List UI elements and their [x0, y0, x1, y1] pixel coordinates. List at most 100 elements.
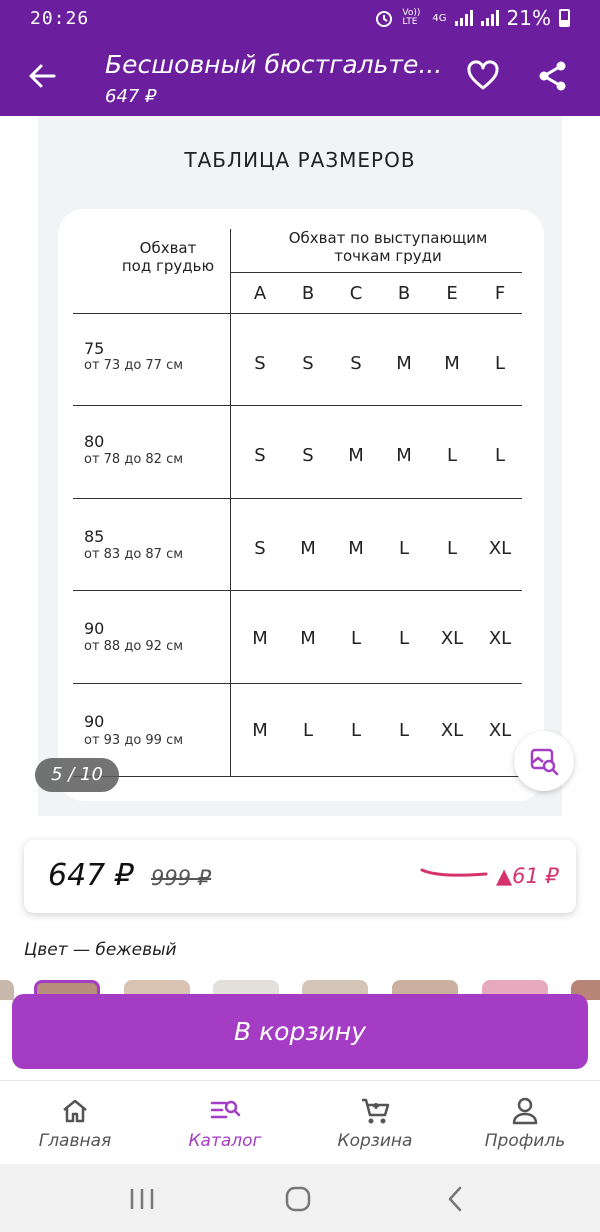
row-range: от 93 до 99 см	[84, 733, 184, 748]
size-cell: M	[252, 720, 268, 741]
size-cell: S	[254, 445, 266, 466]
image-search-icon	[530, 748, 559, 776]
home-button-icon[interactable]	[283, 1184, 315, 1214]
size-cell: XL	[488, 628, 512, 649]
size-cell: M	[444, 353, 460, 374]
price-delta: ▲61 ₽	[496, 864, 559, 888]
recent-apps-icon[interactable]	[128, 1186, 156, 1212]
underbust-header: Обхват под грудью	[121, 239, 215, 275]
table-divider-bottom	[73, 776, 522, 777]
table-row-divider	[73, 590, 522, 591]
size-cell: XL	[440, 628, 464, 649]
add-to-cart-button[interactable]: В корзину	[12, 994, 588, 1069]
size-cell: S	[302, 445, 314, 466]
signal-icon	[454, 10, 473, 26]
cup-header: B	[301, 283, 315, 304]
table-row-divider	[73, 405, 522, 406]
row-range: от 88 до 92 см	[84, 639, 184, 654]
size-cell: L	[350, 720, 362, 741]
row-range: от 73 до 77 см	[84, 358, 184, 373]
table-divider-header	[230, 272, 522, 273]
size-cell: M	[396, 353, 412, 374]
size-cell: L	[302, 720, 314, 741]
size-cell: S	[254, 538, 266, 559]
image-search-button[interactable]	[514, 731, 574, 791]
size-cell: S	[350, 353, 362, 374]
back-button-icon[interactable]	[442, 1184, 468, 1214]
price-card[interactable]: 647 ₽ 999 ₽ ▲61 ₽	[24, 840, 576, 913]
cup-header: C	[349, 283, 363, 304]
size-table-card: Обхват под грудью Обхват по выступающим …	[58, 209, 544, 801]
size-cell: S	[302, 353, 314, 374]
network-type-label: 4G	[432, 12, 447, 24]
size-cell: L	[446, 445, 458, 466]
nav-cart[interactable]: Корзина	[300, 1081, 450, 1165]
arrow-back-icon[interactable]	[24, 58, 60, 94]
status-bar: 20:26 Vo)) LTE 4G 21%	[0, 0, 600, 36]
old-price: 999 ₽	[151, 866, 212, 890]
nav-home-label: Главная	[38, 1131, 112, 1151]
size-cell: M	[348, 538, 364, 559]
profile-icon	[512, 1097, 538, 1125]
color-thumb[interactable]	[0, 980, 14, 1000]
size-cell: L	[494, 353, 506, 374]
size-cell: XL	[488, 538, 512, 559]
row-band: 75	[84, 339, 105, 358]
size-cell: L	[494, 445, 506, 466]
bust-header: Обхват по выступающим точкам груди	[288, 229, 488, 265]
size-cell: L	[446, 538, 458, 559]
battery-percent: 21%	[506, 6, 551, 30]
table-divider-vertical	[230, 229, 231, 777]
size-cell: S	[254, 353, 266, 374]
row-band: 85	[84, 527, 105, 546]
size-cell: L	[398, 720, 410, 741]
network-label: Vo)) LTE	[402, 8, 421, 27]
heart-icon[interactable]	[465, 58, 501, 94]
nav-home[interactable]: Главная	[0, 1081, 150, 1165]
gallery-page-counter: 5 / 10	[35, 758, 119, 792]
nav-profile-label: Профиль	[484, 1131, 566, 1151]
nav-profile[interactable]: Профиль	[450, 1081, 600, 1165]
home-icon	[63, 1099, 87, 1123]
size-cell: M	[300, 538, 316, 559]
status-time: 20:26	[30, 7, 90, 29]
table-row-divider	[73, 498, 522, 499]
nav-catalog[interactable]: Каталог	[150, 1081, 300, 1165]
size-cell: L	[398, 628, 410, 649]
product-image-size-table[interactable]: ТАБЛИЦА РАЗМЕРОВ Обхват под грудью Обхва…	[38, 116, 562, 816]
size-table-title: ТАБЛИЦА РАЗМЕРОВ	[184, 148, 416, 172]
size-cell: XL	[440, 720, 464, 741]
cup-header: F	[494, 283, 506, 304]
alarm-icon	[376, 11, 393, 27]
battery-icon	[559, 9, 570, 27]
page-title: Бесшовный бюстгальте...	[105, 50, 443, 79]
row-band: 90	[84, 619, 105, 638]
system-nav-bar	[0, 1164, 600, 1232]
size-cell: L	[350, 628, 362, 649]
cup-header: A	[253, 283, 267, 304]
status-icons: Vo)) LTE 4G 21%	[374, 6, 570, 30]
row-band: 90	[84, 712, 105, 731]
size-cell: M	[300, 628, 316, 649]
nav-catalog-label: Каталог	[188, 1131, 262, 1151]
bottom-nav: Главная Каталог Корзина Профиль	[0, 1080, 600, 1164]
row-range: от 83 до 87 см	[84, 547, 184, 562]
table-row-divider	[73, 313, 522, 314]
size-cell: M	[396, 445, 412, 466]
row-band: 80	[84, 432, 105, 451]
cart-icon	[362, 1098, 390, 1124]
size-cell: M	[348, 445, 364, 466]
table-row-divider	[73, 683, 522, 684]
catalog-search-icon	[210, 1100, 241, 1119]
nav-cart-label: Корзина	[337, 1131, 413, 1151]
signal-icon-2	[480, 10, 499, 26]
size-cell: M	[252, 628, 268, 649]
cup-header: E	[446, 283, 458, 304]
cup-header: B	[397, 283, 411, 304]
current-price: 647 ₽	[48, 858, 134, 893]
price-trend-icon	[420, 868, 488, 877]
app-bar: Бесшовный бюстгальте... 647 ₽	[0, 36, 600, 116]
page-subtitle-price: 647 ₽	[105, 86, 157, 107]
share-icon[interactable]	[535, 58, 571, 94]
size-cell: L	[398, 538, 410, 559]
